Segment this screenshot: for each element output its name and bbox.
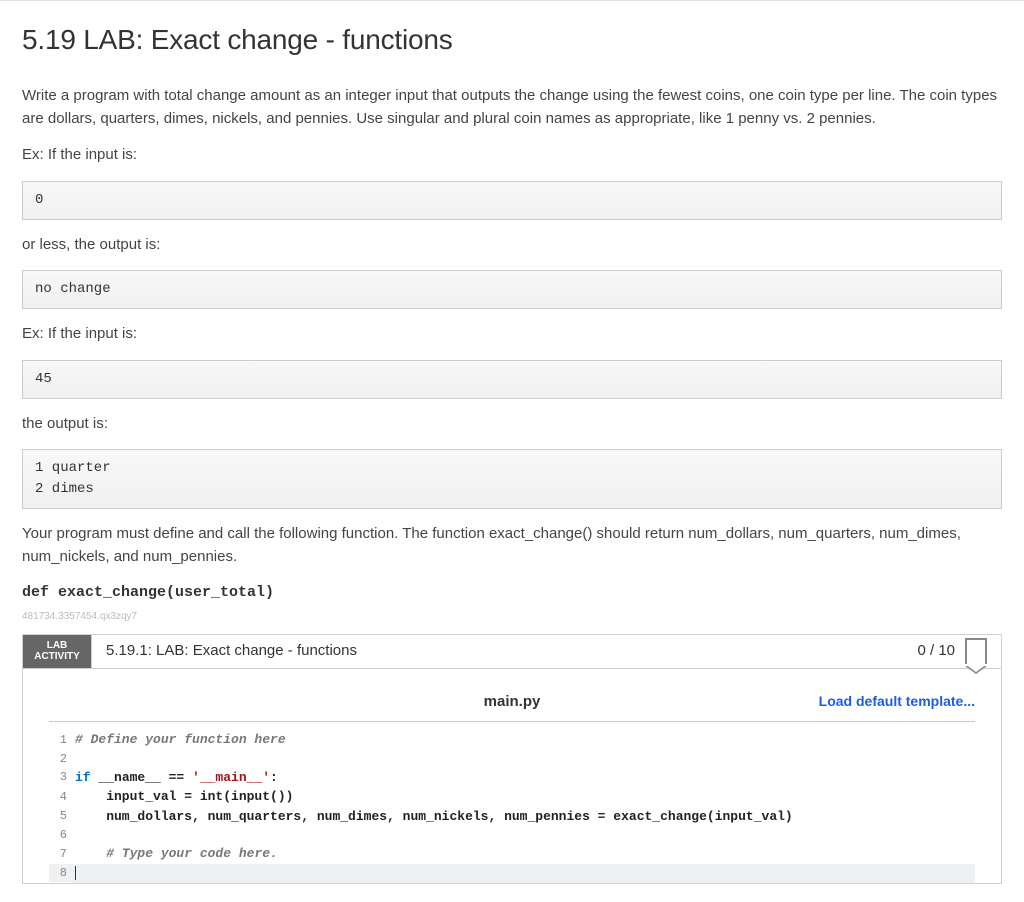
lab-activity-tab: LAB ACTIVITY [23, 635, 91, 668]
line-number: 1 [49, 731, 73, 749]
code-line[interactable]: 8 [49, 864, 975, 884]
filename-label: main.py [358, 691, 667, 714]
code-content[interactable]: input_val = int(input()) [73, 787, 975, 807]
line-number: 3 [49, 768, 73, 786]
question-id: 481734.3357454.qx3zqy7 [22, 609, 1002, 624]
page-container: 5.19 LAB: Exact change - functions Write… [0, 0, 1024, 902]
bookmark-icon[interactable] [965, 638, 987, 664]
code-line[interactable]: 1# Define your function here [49, 730, 975, 750]
line-number: 6 [49, 826, 73, 844]
code-line[interactable]: 3if __name__ == '__main__': [49, 768, 975, 788]
lab-header: LAB ACTIVITY 5.19.1: LAB: Exact change -… [23, 635, 1001, 669]
code-content[interactable]: if __name__ == '__main__': [73, 768, 975, 788]
lab-tab-line2: ACTIVITY [31, 651, 83, 663]
example-after-2: the output is: [22, 413, 1002, 436]
example-label-2: Ex: If the input is: [22, 323, 1002, 346]
lab-tab-line1: LAB [31, 640, 83, 652]
file-header: main.py Load default template... [49, 691, 975, 723]
example-box-no-change: no change [22, 270, 1002, 309]
lab-score-value: 0 / 10 [917, 640, 955, 663]
example-box-output-coins: 1 quarter 2 dimes [22, 449, 1002, 509]
line-number: 2 [49, 750, 73, 768]
function-definition: def exact_change(user_total) [22, 582, 1002, 605]
code-editor[interactable]: 1# Define your function here23if __name_… [49, 730, 975, 883]
code-content[interactable] [73, 864, 975, 884]
code-line[interactable]: 4 input_val = int(input()) [49, 787, 975, 807]
line-number: 7 [49, 845, 73, 863]
code-content[interactable]: # Type your code here. [73, 844, 975, 864]
code-content[interactable]: # Define your function here [73, 730, 975, 750]
line-number: 5 [49, 807, 73, 825]
code-line[interactable]: 6 [49, 826, 975, 844]
example-box-input-0: 0 [22, 181, 1002, 220]
example-label-1: Ex: If the input is: [22, 144, 1002, 167]
code-line[interactable]: 5 num_dollars, num_quarters, num_dimes, … [49, 807, 975, 827]
function-requirement: Your program must define and call the fo… [22, 523, 1002, 568]
load-default-template-link[interactable]: Load default template... [666, 691, 975, 712]
line-number: 8 [49, 864, 73, 882]
lab-title: 5.19.1: LAB: Exact change - functions [91, 635, 903, 668]
line-number: 4 [49, 788, 73, 806]
page-title: 5.19 LAB: Exact change - functions [22, 19, 1002, 61]
code-content[interactable]: num_dollars, num_quarters, num_dimes, nu… [73, 807, 975, 827]
lab-activity-panel: LAB ACTIVITY 5.19.1: LAB: Exact change -… [22, 634, 1002, 885]
example-after-1: or less, the output is: [22, 234, 1002, 257]
lab-score-area: 0 / 10 [903, 635, 1001, 668]
code-line[interactable]: 2 [49, 750, 975, 768]
code-line[interactable]: 7 # Type your code here. [49, 844, 975, 864]
example-box-input-45: 45 [22, 360, 1002, 399]
intro-paragraph: Write a program with total change amount… [22, 85, 1002, 130]
lab-body: main.py Load default template... 1# Defi… [23, 669, 1001, 884]
